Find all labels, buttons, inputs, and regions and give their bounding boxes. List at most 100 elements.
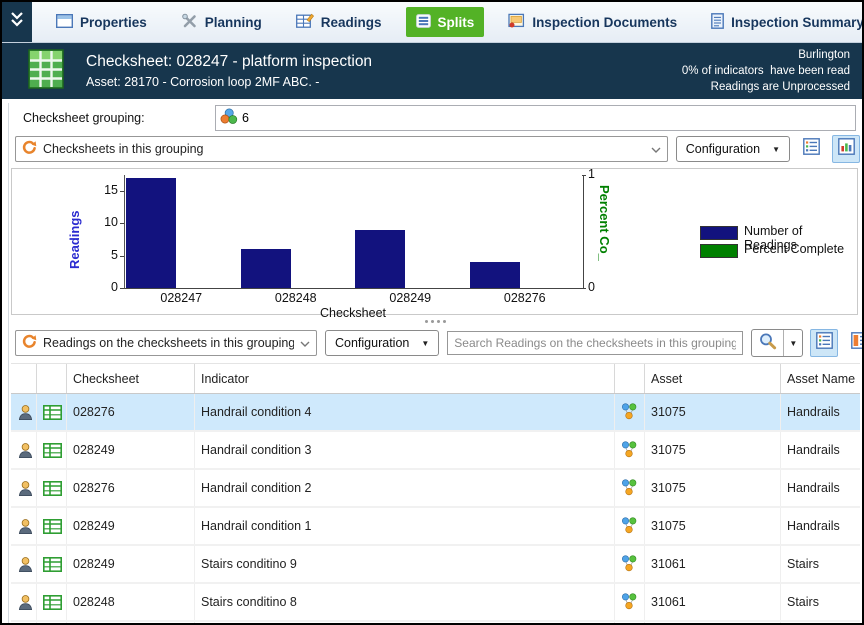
cell-checksheet: 028249 (67, 546, 195, 582)
banner-text: Checksheet: 028247 - platform inspection… (86, 53, 372, 89)
card-view-button[interactable] (845, 329, 864, 357)
y2-tick-mark (582, 288, 586, 289)
y2-tick-label: 1 (588, 167, 595, 181)
table-body: 028276Handrail condition 431075Handrails… (11, 394, 860, 625)
table-row[interactable]: 028276Handrail condition 231075Handrails (11, 470, 860, 508)
banner-site: Burlington (682, 47, 850, 63)
y-tick-label: 5 (88, 248, 118, 262)
cell-indicator: Stairs conditino 9 (195, 546, 615, 582)
cell-indicator: Handrail condition 2 (195, 470, 615, 506)
column-header-checksheet[interactable]: Checksheet (67, 364, 195, 393)
readings-dropdown[interactable]: Readings on the checksheets in this grou… (15, 330, 317, 356)
readings-toolbar: Readings on the checksheets in this grou… (11, 329, 860, 357)
person-icon (11, 470, 37, 506)
list-view-icon (803, 138, 820, 160)
search-icon (758, 332, 777, 355)
search-button[interactable] (752, 330, 783, 356)
grouping-balls-icon (220, 108, 238, 128)
y2-tick-mark (582, 175, 586, 176)
cell-asset-name: Stairs (781, 546, 864, 582)
cell-indicator: Stairs conditino 8 (195, 584, 615, 620)
tab-properties[interactable]: Properties (46, 7, 157, 37)
column-header-indicator[interactable]: Indicator (195, 364, 615, 393)
chart-view-button[interactable] (832, 135, 860, 163)
tab-inspection-summary[interactable]: Inspection Summary (701, 7, 864, 37)
cell-asset: 31075 (645, 508, 781, 544)
column-header-balloons_icon[interactable] (615, 364, 645, 393)
tab-splits[interactable]: Splits (406, 7, 485, 37)
checksheet-grouping-field[interactable]: 6 (215, 105, 856, 131)
list-view-icon (816, 332, 833, 354)
tab-label: Properties (80, 15, 147, 30)
balloons-icon (615, 432, 645, 468)
collapse-ribbon-button[interactable] (2, 2, 32, 42)
tab-label: Planning (205, 15, 262, 30)
x-axis-title: Checksheet (124, 306, 582, 320)
y-tick-mark (120, 256, 124, 257)
y-tick-label: 10 (88, 215, 118, 229)
readings-configuration-button[interactable]: Configuration ▼ (325, 330, 439, 356)
column-header-sheet_icon[interactable] (37, 364, 67, 393)
table-row[interactable]: 028248Stairs conditino 831061Stairs (11, 584, 860, 622)
column-header-asset[interactable]: Asset (645, 364, 781, 393)
checksheets-grouping-dropdown[interactable]: Checksheets in this grouping (15, 136, 668, 162)
table-row[interactable]: 028249Handrail condition 331075Handrails (11, 432, 860, 470)
search-input[interactable] (447, 331, 743, 355)
person-icon (11, 394, 37, 430)
balloons-icon (615, 584, 645, 620)
checksheet-table-icon (37, 546, 67, 582)
tab-label: Inspection Documents (532, 15, 677, 30)
tab-readings[interactable]: Readings (286, 7, 392, 37)
x-category-label: 028248 (239, 291, 354, 305)
balloons-icon (615, 470, 645, 506)
banner-subtitle: Asset: 28170 - Corrosion loop 2MF ABC. - (86, 75, 372, 89)
column-header-user_icon[interactable] (11, 364, 37, 393)
main-panel: Checksheet grouping: 6 (8, 103, 862, 625)
dropdown-label: Readings on the checksheets in this grou… (43, 336, 294, 350)
y-axis-title-left: Readings (67, 210, 82, 269)
x-category-label: 028249 (353, 291, 468, 305)
planning-tools-icon (181, 13, 198, 32)
tab-label: Inspection Summary (731, 15, 864, 30)
bar-028249[interactable] (355, 230, 405, 288)
inspection-window: Properties Planning Readings Splits Inspecti… (0, 0, 864, 625)
dropdown-arrow-icon: ▼ (421, 339, 429, 348)
column-header-asset-name[interactable]: Asset Name (781, 364, 864, 393)
cell-asset-name: Handrails (781, 432, 864, 468)
bar-028276[interactable] (470, 262, 520, 288)
table-row[interactable]: 028249Stairs conditino 931061Stairs (11, 546, 860, 584)
checksheet-table-icon (37, 470, 67, 506)
bar-028248[interactable] (241, 249, 291, 288)
cell-indicator: Handrail condition 4 (195, 394, 615, 430)
cell-asset: 31075 (645, 394, 781, 430)
person-icon (11, 546, 37, 582)
table-row[interactable]: 028249Handrail condition 131075Handrails (11, 508, 860, 546)
table-row[interactable]: 028276Handrail condition 431075Handrails (11, 394, 860, 432)
cell-checksheet: 028276 (67, 470, 195, 506)
cell-asset: 31075 (645, 470, 781, 506)
cell-checksheet: 028249 (67, 508, 195, 544)
tab-label: Splits (438, 15, 475, 30)
tab-strip: Properties Planning Readings Splits Inspecti… (32, 2, 864, 42)
banner-readings-status: Readings are Unprocessed (682, 79, 850, 95)
y-tick-label: 15 (88, 183, 118, 197)
list-view-button-readings[interactable] (810, 329, 838, 357)
window-icon (56, 14, 73, 31)
tab-inspection-documents[interactable]: Inspection Documents (498, 7, 687, 37)
cell-checksheet: 028248 (67, 584, 195, 620)
checksheet-table-icon (37, 432, 67, 468)
configuration-button[interactable]: Configuration ▼ (676, 136, 790, 162)
balloons-icon (615, 394, 645, 430)
x-category-label: 028247 (124, 291, 239, 305)
refresh-orange-icon (22, 334, 37, 352)
cell-asset-name: Handrails (781, 394, 864, 430)
tab-planning[interactable]: Planning (171, 7, 272, 37)
configuration-label: Configuration (686, 142, 760, 156)
x-category-label: 028276 (468, 291, 583, 305)
dropdown-label: Checksheets in this grouping (43, 142, 645, 156)
bar-028247[interactable] (126, 178, 176, 288)
double-chevron-down-icon (10, 11, 24, 33)
list-view-button[interactable] (797, 135, 825, 163)
y-tick-label: 0 (88, 280, 118, 294)
search-options-arrow[interactable]: ▼ (783, 330, 802, 356)
